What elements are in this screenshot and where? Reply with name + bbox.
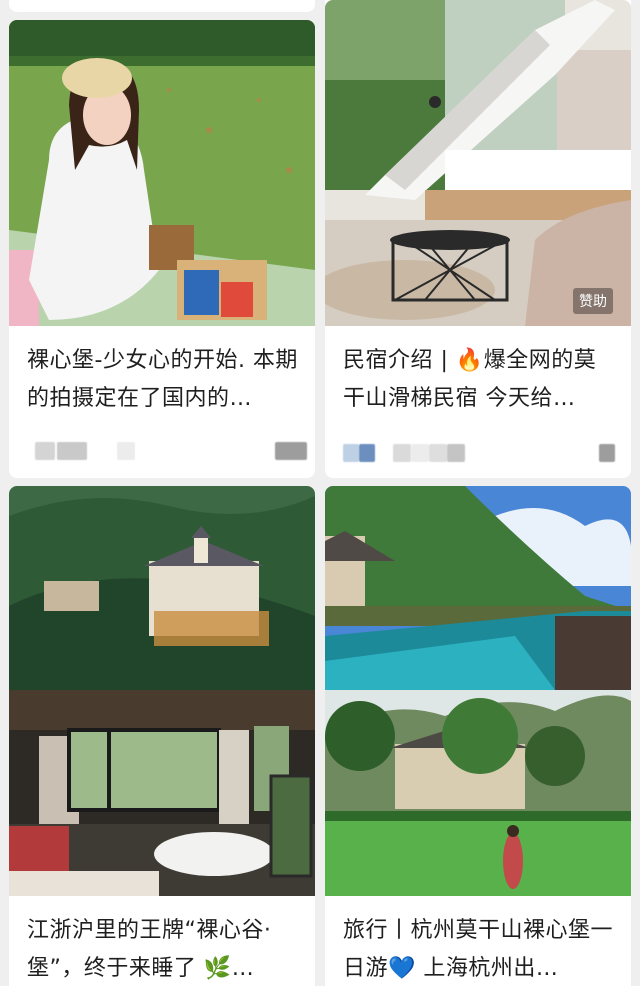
card-title[interactable]: 旅行丨杭州莫干山裸心堡一日游💙 上海杭州出… [343, 912, 617, 986]
card-title[interactable]: 民宿介绍 | 🔥爆全网的莫干山滑梯民宿 今天给… [343, 342, 617, 418]
author-avatar-blurred [343, 444, 359, 462]
author-name-blurred [117, 442, 135, 460]
slide-bedroom-photo [325, 0, 631, 326]
author-name-blurred [411, 444, 429, 462]
author-name-blurred [57, 442, 87, 460]
sponsored-badge: 赞助 [573, 288, 613, 314]
feed-card[interactable]: 赞助 民宿介绍 | 🔥爆全网的莫干山滑梯民宿 今天给… [325, 0, 631, 478]
feed-card[interactable]: 裸心堡-少女心的开始. 本期的拍摄定在了国内的… [9, 20, 315, 478]
card-title[interactable]: 江浙沪里的王牌“裸心谷·堡”，终于来睡了 🌿… [27, 912, 301, 986]
author-name-blurred [447, 444, 465, 462]
picnic-photo [9, 20, 315, 326]
likes-count-blurred [275, 442, 307, 460]
card-cover-image[interactable] [9, 20, 315, 326]
likes-count-blurred [599, 444, 615, 462]
author-avatar-blurred [35, 442, 55, 460]
card-cover-image[interactable] [325, 486, 631, 896]
card-footer-author[interactable] [27, 442, 307, 460]
card-footer-author[interactable] [343, 444, 617, 462]
previous-card-edge-left [9, 0, 315, 12]
feed-card[interactable]: 旅行丨杭州莫干山裸心堡一日游💙 上海杭州出… [325, 486, 631, 986]
card-title[interactable]: 裸心堡-少女心的开始. 本期的拍摄定在了国内的… [27, 342, 301, 418]
author-name-blurred [429, 444, 447, 462]
pool-and-villa-photo [325, 486, 631, 896]
card-cover-image[interactable] [9, 486, 315, 896]
card-cover-image[interactable]: 赞助 [325, 0, 631, 326]
feed-card[interactable]: 江浙沪里的王牌“裸心谷·堡”，终于来睡了 🌿… [9, 486, 315, 986]
author-name-blurred [393, 444, 411, 462]
author-avatar-blurred [359, 444, 375, 462]
castle-bathtub-photo [9, 486, 315, 896]
